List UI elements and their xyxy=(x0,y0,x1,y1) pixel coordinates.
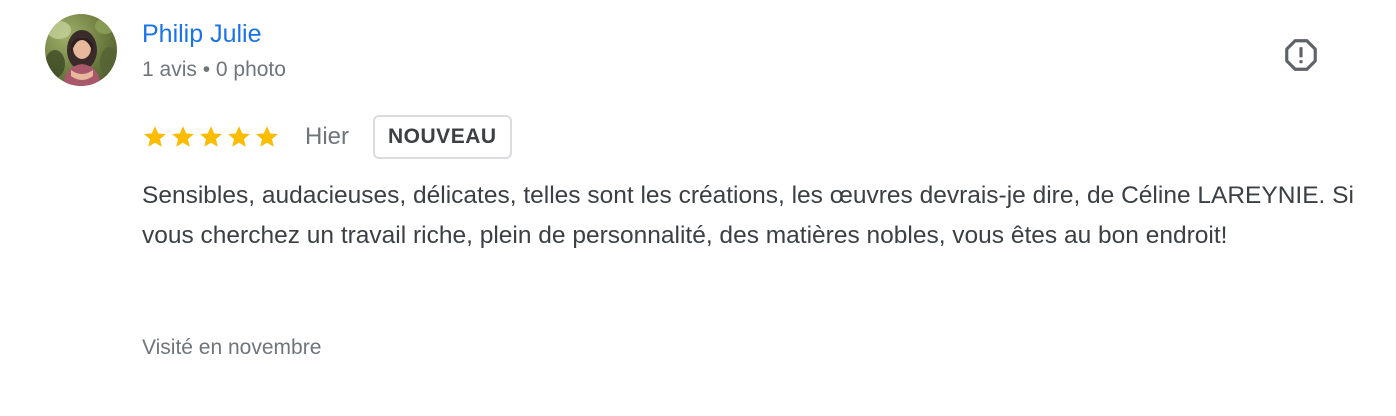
author-name-link[interactable]: Philip Julie xyxy=(142,18,262,50)
report-octagon-icon xyxy=(1285,39,1317,71)
star-icon xyxy=(200,126,222,147)
report-review-button[interactable] xyxy=(1280,34,1322,76)
review-date: Hier xyxy=(305,123,350,150)
author-stats: 1 avis • 0 photo xyxy=(142,58,286,81)
star-icon xyxy=(228,126,250,147)
star-icon xyxy=(144,126,166,147)
star-rating xyxy=(142,124,280,150)
review-text: Sensibles, audacieuses, délicates, telle… xyxy=(142,182,1354,249)
avatar[interactable] xyxy=(45,14,117,86)
visit-info: Visité en novembre xyxy=(142,336,322,359)
star-icon xyxy=(256,126,278,147)
review-card: Philip Julie 1 avis • 0 photo Hier NOUVE… xyxy=(0,0,1396,416)
new-badge: NOUVEAU xyxy=(373,115,512,159)
avatar-image xyxy=(45,14,117,86)
rating-row: Hier NOUVEAU xyxy=(142,112,512,162)
star-icon xyxy=(172,126,194,147)
